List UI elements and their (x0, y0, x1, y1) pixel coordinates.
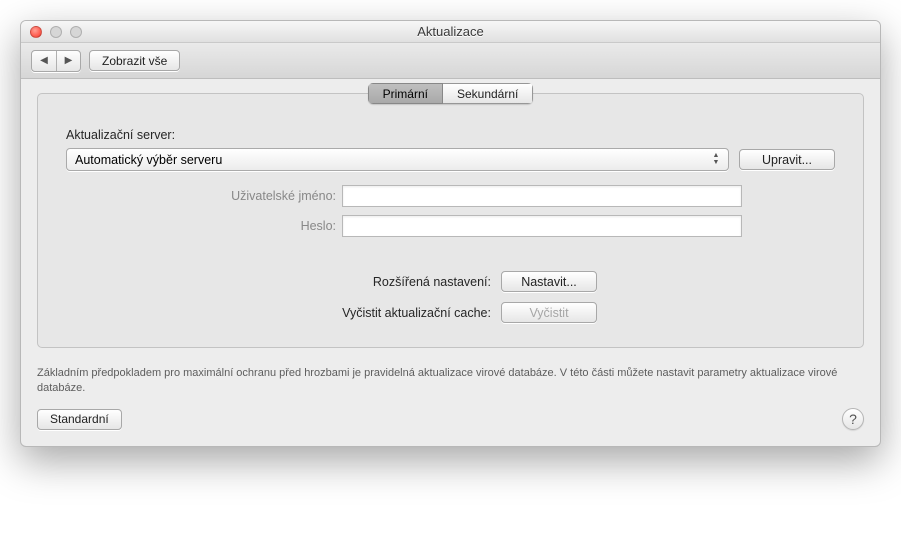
password-label: Heslo: (66, 219, 336, 233)
server-select-value: Automatický výběr serveru (75, 153, 222, 167)
question-icon: ? (849, 411, 857, 427)
edit-server-button[interactable]: Upravit... (739, 149, 835, 170)
server-row: Automatický výběr serveru ▲▼ Upravit... (66, 148, 835, 171)
advanced-rows: Rozšířená nastavení: Nastavit... Vyčisti… (66, 271, 835, 323)
advanced-settings-label: Rozšířená nastavení: (66, 275, 491, 289)
show-all-button[interactable]: Zobrazit vše (89, 50, 180, 71)
back-button[interactable]: ◀ (32, 51, 56, 71)
minimize-icon[interactable] (50, 26, 62, 38)
username-label: Uživatelské jméno: (66, 189, 336, 203)
chevron-left-icon: ◀ (40, 55, 48, 66)
titlebar: Aktualizace (21, 21, 880, 43)
advanced-settings-button[interactable]: Nastavit... (501, 271, 597, 292)
clear-cache-label: Vyčistit aktualizační cache: (66, 306, 491, 320)
defaults-button[interactable]: Standardní (37, 409, 122, 430)
window-title: Aktualizace (21, 24, 880, 39)
footer: Standardní ? (37, 408, 864, 430)
traffic-lights (21, 26, 82, 38)
tab-secondary[interactable]: Sekundární (443, 83, 533, 104)
forward-button[interactable]: ▶ (56, 51, 80, 71)
clear-cache-button[interactable]: Vyčistit (501, 302, 597, 323)
server-label: Aktualizační server: (66, 128, 835, 142)
close-icon[interactable] (30, 26, 42, 38)
chevron-right-icon: ▶ (65, 55, 73, 66)
password-field[interactable] (342, 215, 742, 237)
preferences-window: Aktualizace ◀ ▶ Zobrazit vše Primární Se… (20, 20, 881, 447)
zoom-icon[interactable] (70, 26, 82, 38)
help-button[interactable]: ? (842, 408, 864, 430)
nav-segment: ◀ ▶ (31, 50, 81, 72)
toolbar: ◀ ▶ Zobrazit vše (21, 43, 880, 79)
tab-bar: Primární Sekundární (38, 83, 863, 104)
tab-primary[interactable]: Primární (368, 83, 443, 104)
tab-group: Primární Sekundární (368, 83, 534, 104)
credentials-grid: Uživatelské jméno: Heslo: (66, 185, 835, 237)
updown-icon: ▲▼ (708, 149, 724, 170)
help-text: Základním předpokladem pro maximální och… (37, 366, 864, 396)
server-select[interactable]: Automatický výběr serveru ▲▼ (66, 148, 729, 171)
username-field[interactable] (342, 185, 742, 207)
tab-pane: Primární Sekundární Aktualizační server:… (37, 93, 864, 348)
content: Primární Sekundární Aktualizační server:… (21, 79, 880, 446)
